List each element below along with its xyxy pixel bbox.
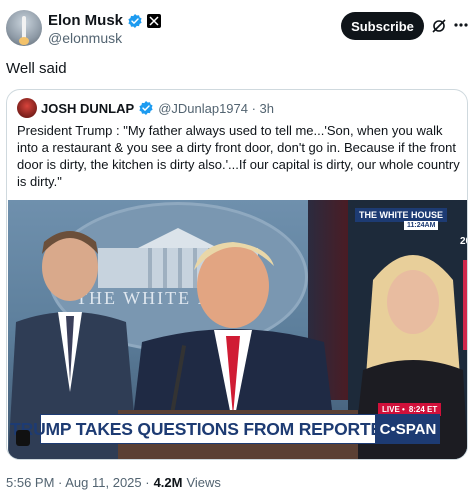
display-name[interactable]: Elon Musk — [48, 12, 123, 29]
rocket-flame — [19, 37, 29, 45]
network-logo: C•SPAN — [376, 414, 440, 444]
quoted-post-text: President Trump : "My father always used… — [17, 123, 460, 189]
post-header: Elon Musk @elonmusk Subscribe — [0, 0, 476, 56]
name-row: Elon Musk — [48, 12, 162, 29]
chyron-banner: TRUMP TAKES QUESTIONS FROM REPORTERS — [10, 414, 406, 444]
quoted-post[interactable]: JOSH DUNLAP @JDunlap1974 · 3h President … — [6, 89, 468, 460]
verified-badge-icon — [128, 13, 142, 28]
avatar[interactable] — [6, 10, 42, 46]
post-footer: 5:56 PM · Aug 11, 2025 · 4.2M Views — [6, 475, 221, 490]
post-timestamp[interactable]: 5:56 PM · Aug 11, 2025 · — [6, 475, 150, 490]
chyron-text: TRUMP TAKES QUESTIONS FROM REPORTERS — [10, 418, 406, 439]
subscribe-button[interactable]: Subscribe — [341, 12, 424, 40]
video-control-icon[interactable] — [16, 430, 30, 446]
more-options-icon[interactable] — [453, 22, 469, 28]
user-handle[interactable]: @elonmusk — [48, 30, 122, 46]
broadcast-time-label: 11:24AM — [404, 221, 439, 230]
quoted-post-header: JOSH DUNLAP @JDunlap1974 · 3h — [17, 98, 274, 118]
post-text: Well said — [6, 60, 67, 77]
quoted-display-name[interactable]: JOSH DUNLAP — [41, 101, 134, 116]
white-house-label: THE WHITE HOUSE — [355, 208, 448, 222]
verified-badge-icon — [139, 101, 153, 115]
quoted-handle-time[interactable]: @JDunlap1974 · 3h — [158, 101, 274, 116]
x-affiliate-icon — [147, 13, 162, 28]
quoted-avatar[interactable] — [17, 98, 37, 118]
grok-icon[interactable] — [431, 18, 447, 34]
video-player[interactable]: THE WHITE H THE WHITE HOUSE 11:24AM 20 — [8, 200, 467, 459]
views-label: Views — [186, 475, 221, 490]
views-count: 4.2M — [153, 475, 183, 490]
